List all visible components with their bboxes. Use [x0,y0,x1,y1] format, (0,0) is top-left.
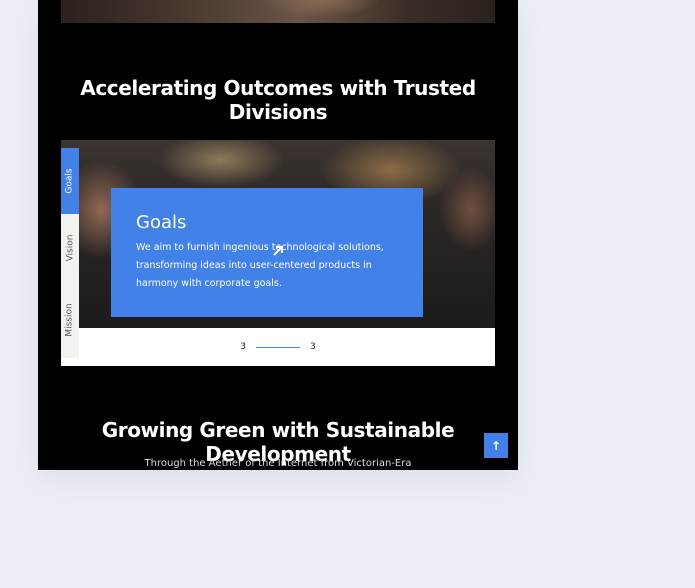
arrow-up-icon: ↑ [490,438,502,453]
pager-total: 3 [310,342,316,352]
tab-vision-label: Vision [65,234,76,262]
divisions-tabs-block: Goals Vision Mission Goals We aim to fur… [61,140,495,366]
scroll-to-top-button[interactable]: ↑ [484,433,508,458]
side-tabs: Goals Vision Mission [61,148,79,358]
top-image [61,0,495,23]
section-heading-divisions: Accelerating Outcomes with Trusted Divis… [80,76,476,124]
footer-text: Through the Aether of the Internet from … [144,458,412,469]
phone-frame: Accelerating Outcomes with Trusted Divis… [38,0,518,470]
card-title: Goals [136,212,187,233]
pager: 3 3 [61,328,495,366]
tab-goals-label: Goals [65,168,75,194]
goals-card[interactable]: Goals We aim to furnish ingenious techno… [111,188,423,317]
pager-current: 3 [240,342,246,352]
tab-vision[interactable]: Vision [61,214,79,282]
pager-progress-line [256,346,300,348]
arrow-up-right-icon[interactable] [271,244,285,258]
tab-goals[interactable]: Goals [61,148,79,214]
